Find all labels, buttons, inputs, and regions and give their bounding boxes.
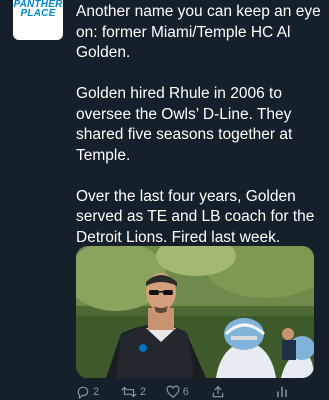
reply-count: 2 [93,386,100,398]
reply-button[interactable]: 2 [76,385,121,399]
analytics-button[interactable] [275,385,320,399]
like-count: 6 [182,386,189,398]
avatar[interactable]: PANTHER PLACE [13,0,63,40]
tweet-paragraph-2: Golden hired Rhule in 2006 to oversee th… [76,85,293,164]
retweet-button[interactable]: 2 [121,385,166,399]
avatar-logo-text: PANTHER PLACE [13,0,63,19]
tweet-text: Another name you can keep an eye on: for… [76,2,324,248]
tweet-paragraph-1: Another name you can keep an eye on: for… [76,3,321,61]
tweet-paragraph-3: Over the last four years, Golden served … [76,187,315,246]
retweet-count: 2 [139,386,146,398]
tweet-actions: 2 2 6 [76,383,320,400]
analytics-icon [277,386,287,398]
coach-photo-illustration [76,246,314,378]
share-button[interactable] [211,385,276,399]
like-button[interactable]: 6 [166,385,211,399]
share-icon [212,385,223,398]
reply-icon [77,386,89,399]
retweet-icon [121,386,137,398]
tweet-photo[interactable] [76,246,314,378]
heart-icon [166,385,180,399]
